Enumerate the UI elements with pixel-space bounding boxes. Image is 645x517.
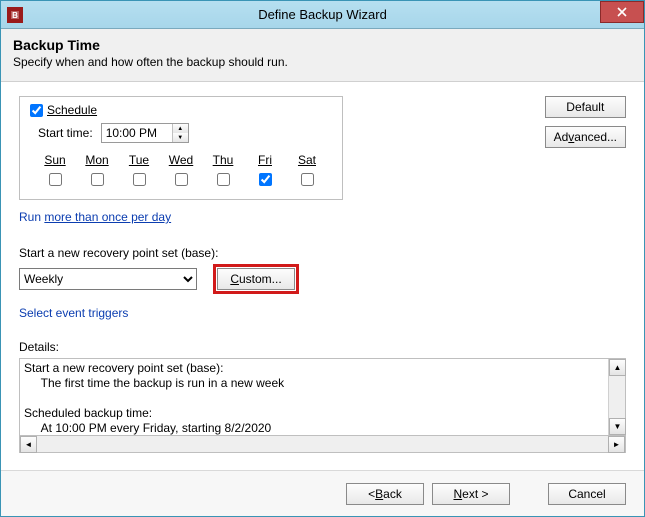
start-time-field: ▲ ▼: [101, 123, 189, 143]
page-title: Backup Time: [13, 37, 632, 53]
svg-text:B: B: [12, 11, 18, 20]
back-button[interactable]: < Back: [346, 483, 424, 505]
day-sun: Sun: [34, 153, 76, 189]
wizard-window: B Define Backup Wizard Backup Time Speci…: [0, 0, 645, 517]
day-label: Sat: [286, 153, 328, 167]
time-spinner: ▲ ▼: [172, 124, 188, 142]
day-tue: Tue: [118, 153, 160, 189]
recovery-row: Weekly Custom...: [19, 264, 626, 294]
schedule-checkbox[interactable]: [30, 104, 43, 117]
page-subtitle: Specify when and how often the backup sh…: [13, 55, 632, 69]
titlebar: B Define Backup Wizard: [1, 1, 644, 29]
start-time-label: Start time:: [38, 126, 93, 140]
schedule-label: Schedule: [47, 103, 97, 117]
default-button[interactable]: Default: [545, 96, 626, 118]
recovery-select[interactable]: Weekly: [19, 268, 197, 290]
details-vscroll[interactable]: ▲ ▼: [608, 359, 625, 435]
day-thu-checkbox[interactable]: [217, 173, 230, 186]
cancel-button[interactable]: Cancel: [548, 483, 626, 505]
scroll-left-icon[interactable]: ◄: [20, 436, 37, 453]
day-sat: Sat: [286, 153, 328, 189]
schedule-group: Schedule Start time: ▲ ▼ Sun Mo: [19, 96, 343, 200]
day-thu: Thu: [202, 153, 244, 189]
advanced-button[interactable]: Advanced...: [545, 126, 626, 148]
time-spin-up[interactable]: ▲: [173, 124, 188, 133]
day-label: Thu: [202, 153, 244, 167]
custom-button[interactable]: Custom...: [217, 268, 295, 290]
day-mon: Mon: [76, 153, 118, 189]
start-time-input[interactable]: [102, 124, 172, 142]
scroll-right-icon[interactable]: ►: [608, 436, 625, 453]
day-wed-checkbox[interactable]: [175, 173, 188, 186]
scroll-up-icon[interactable]: ▲: [609, 359, 626, 376]
details-text: Start a new recovery point set (base): T…: [20, 359, 608, 435]
recovery-label: Start a new recovery point set (base):: [19, 246, 626, 260]
details-hscroll[interactable]: ◄ ►: [19, 436, 626, 453]
close-button[interactable]: [600, 1, 644, 23]
wizard-header: Backup Time Specify when and how often t…: [1, 29, 644, 82]
details-label: Details:: [19, 340, 626, 354]
day-tue-checkbox[interactable]: [133, 173, 146, 186]
time-spin-down[interactable]: ▼: [173, 133, 188, 142]
day-label: Fri: [244, 153, 286, 167]
day-mon-checkbox[interactable]: [91, 173, 104, 186]
day-sat-checkbox[interactable]: [301, 173, 314, 186]
scroll-down-icon[interactable]: ▼: [609, 418, 626, 435]
wizard-footer: < Back Next > Cancel: [1, 470, 644, 516]
day-fri: Fri: [244, 153, 286, 189]
event-triggers-link[interactable]: Select event triggers: [19, 306, 128, 320]
day-sun-checkbox[interactable]: [49, 173, 62, 186]
custom-highlight: Custom...: [213, 264, 299, 294]
days-row: Sun Mon Tue Wed Thu: [34, 153, 332, 189]
day-fri-checkbox[interactable]: [259, 173, 272, 186]
app-icon: B: [7, 7, 23, 23]
close-icon: [617, 7, 627, 17]
day-wed: Wed: [160, 153, 202, 189]
day-label: Sun: [34, 153, 76, 167]
content-area: Default Advanced... Schedule Start time:…: [1, 82, 644, 470]
run-more-link[interactable]: Run more than once per day: [19, 210, 171, 224]
day-label: Tue: [118, 153, 160, 167]
window-title: Define Backup Wizard: [1, 7, 644, 22]
side-buttons: Default Advanced...: [545, 96, 626, 148]
next-button[interactable]: Next >: [432, 483, 510, 505]
day-label: Wed: [160, 153, 202, 167]
details-box: Start a new recovery point set (base): T…: [19, 358, 626, 436]
day-label: Mon: [76, 153, 118, 167]
